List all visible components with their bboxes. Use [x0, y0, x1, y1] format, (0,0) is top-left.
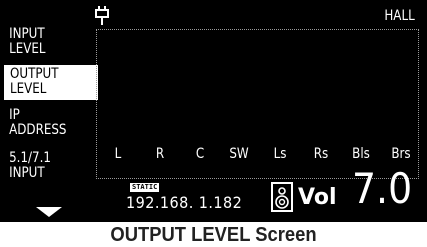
channel-label-ls: Ls	[273, 146, 287, 162]
menu-item-output-level-label: OUTPUT LEVEL	[10, 66, 59, 97]
channel-label-l: L	[114, 146, 122, 162]
volume-label: Vol	[298, 185, 337, 210]
triangle-down-icon[interactable]	[36, 207, 62, 217]
channel-label-sw: SW	[229, 146, 249, 162]
plug-icon	[95, 6, 109, 25]
channel-label-rs: Rs	[313, 146, 329, 162]
channel-label-bls: Bls	[352, 146, 370, 162]
menu-item-input-level[interactable]: INPUT LEVEL	[4, 27, 74, 59]
volume-value: 7.0	[352, 164, 413, 213]
device-display: INPUT LEVEL OUTPUT LEVEL IP ADDRESS 5.1/…	[0, 0, 427, 222]
menu-item-ip-address[interactable]: IP ADDRESS	[4, 108, 74, 140]
channel-label-r: R	[155, 146, 165, 162]
speaker-icon	[271, 182, 293, 212]
menu-item-5-1-7-1-input[interactable]: 5.1/7.1 INPUT	[4, 151, 74, 183]
ip-address-value: 192.168. 1.182	[126, 193, 243, 212]
menu-item-output-level[interactable]: OUTPUT LEVEL	[4, 65, 98, 100]
channel-label-c: C	[195, 146, 205, 162]
channel-label-brs: Brs	[391, 146, 411, 162]
figure-caption: OUTPUT LEVEL Screen	[110, 224, 317, 246]
ip-mode-badge: STATIC	[130, 183, 160, 192]
sound-mode-label: HALL	[384, 8, 415, 24]
